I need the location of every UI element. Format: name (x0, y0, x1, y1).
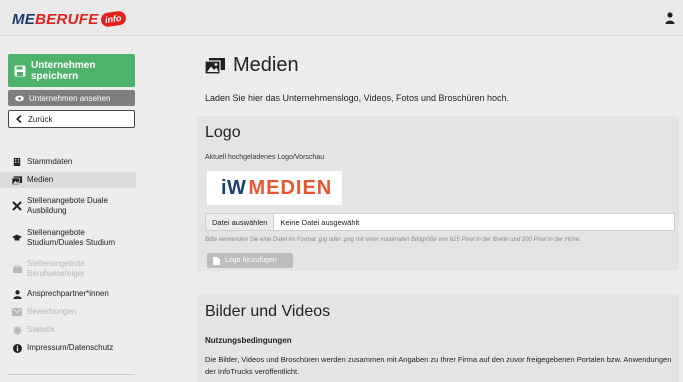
sidebar-divider (8, 374, 135, 375)
tools-icon (12, 201, 22, 211)
logo-info-badge: info (99, 10, 126, 28)
save-company-button[interactable]: Unternehmen speichern (8, 54, 135, 87)
user-icon[interactable] (665, 12, 675, 24)
sidebar-item-label: Ansprechpartner*innen (27, 289, 109, 298)
inbox-icon (12, 307, 22, 317)
page-title: Medien (205, 54, 299, 77)
chevron-left-icon (16, 115, 22, 123)
terms-heading: Nutzungsbedingungen (205, 336, 292, 345)
logo-preview-medien: MEDIEN (248, 176, 333, 199)
logo-file-input[interactable]: Datei auswählen Keine Datei ausgewählt (205, 213, 675, 231)
sidebar-item-label: Medien (27, 175, 54, 184)
file-icon (213, 256, 220, 265)
save-button-label: Unternehmen speichern (31, 59, 96, 82)
briefcase-icon (12, 264, 22, 274)
sidebar: Unternehmen speichern Unternehmen ansehe… (0, 36, 145, 382)
sidebar-item-statistik[interactable]: Statistik (0, 322, 136, 338)
user-icon (12, 289, 22, 299)
media-section-title: Bilder und Videos (205, 303, 331, 320)
terms-text: Die Bilder, Videos und Broschüren werden… (205, 355, 672, 376)
images-icon (205, 57, 225, 74)
view-button-label: Unternehmen ansehen (29, 93, 111, 103)
sidebar-item-ansprechpartner[interactable]: Ansprechpartner*innen (0, 286, 136, 302)
main-content: Medien Laden Sie hier das Unternehmenslo… (145, 36, 683, 382)
view-company-button[interactable]: Unternehmen ansehen (8, 90, 135, 106)
back-button[interactable]: Zurück (8, 110, 135, 128)
sidebar-item-impressum[interactable]: Impressum/Datenschutz (0, 340, 136, 356)
back-button-label: Zurück (28, 114, 53, 124)
add-logo-button[interactable]: Logo hinzufügen (207, 253, 293, 268)
file-format-hint: Bitte verwenden Sie eine Datei im Format… (205, 237, 581, 243)
sidebar-item-label: Stammdaten (27, 157, 73, 166)
graduation-cap-icon (12, 233, 22, 243)
intro-text: Laden Sie hier das Unternehmenslogo, Vid… (205, 93, 510, 103)
logo-preview-iw: iW (221, 176, 247, 199)
no-file-selected-text: Keine Datei ausgewählt (280, 217, 360, 227)
logo-section-title: Logo (205, 124, 241, 141)
building-icon (12, 157, 22, 167)
add-logo-button-label: Logo hinzufügen (225, 257, 277, 264)
sidebar-item-label: Stellenangebote Duale Ausbildung (27, 196, 108, 215)
floppy-disk-icon (14, 65, 26, 76)
logo-section: Logo Aktuell hochgeladenes Logo/Vorschau… (197, 116, 679, 271)
sidebar-item-studium[interactable]: Stellenangebote Studium/Duales Studium (0, 226, 136, 250)
sidebar-item-label: Stellenangebote Berufseinsteiger (27, 259, 85, 278)
logo-preview: iW MEDIEN (207, 171, 342, 205)
page-title-text: Medien (233, 54, 299, 76)
sidebar-item-bewerbungen[interactable]: Bewerbungen (0, 304, 136, 320)
eye-icon (15, 95, 24, 101)
info-icon (12, 343, 22, 353)
cog-icon (12, 325, 22, 335)
sidebar-item-berufseinsteiger[interactable]: Stellenangebote Berufseinsteiger (0, 258, 136, 280)
logo-preview-caption: Aktuell hochgeladenes Logo/Vorschau (205, 154, 325, 161)
sidebar-item-label: Impressum/Datenschutz (27, 343, 114, 352)
meberufe-logo[interactable]: MEBERUFE info (12, 10, 126, 28)
sidebar-item-label: Stellenangebote Studium/Duales Studium (27, 228, 116, 247)
choose-file-button[interactable]: Datei auswählen (206, 214, 275, 230)
sidebar-item-label: Bewerbungen (27, 307, 77, 316)
sidebar-item-label: Statistik (27, 325, 56, 334)
top-bar: MEBERUFE info (0, 0, 683, 36)
sidebar-item-stammdaten[interactable]: Stammdaten (0, 154, 136, 170)
sidebar-item-ausbildung[interactable]: Stellenangebote Duale Ausbildung (0, 194, 136, 218)
images-icon (12, 175, 22, 185)
sidebar-item-medien[interactable]: Medien (0, 172, 136, 188)
logo-wordmark: MEBERUFE (12, 10, 99, 28)
media-section: Bilder und Videos Nutzungsbedingungen Di… (197, 294, 679, 382)
